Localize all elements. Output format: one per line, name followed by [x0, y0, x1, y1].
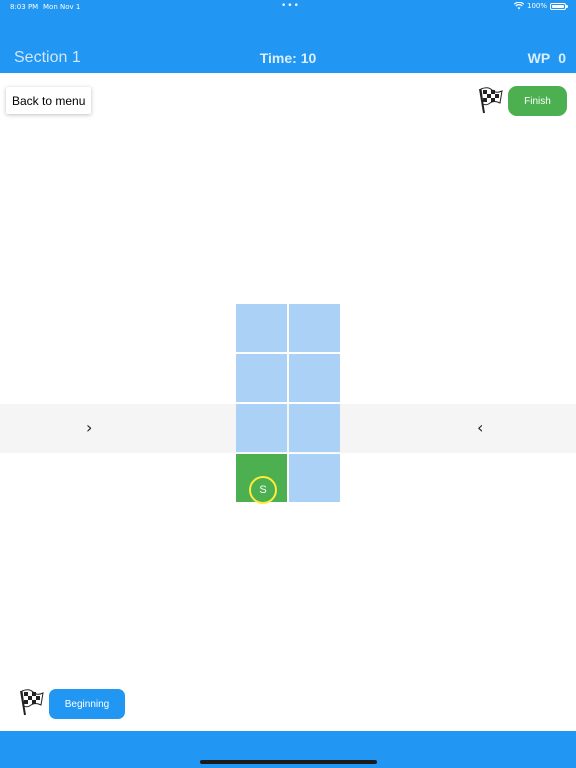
- checkered-flag-icon: [20, 689, 44, 716]
- board-cell[interactable]: [289, 354, 340, 402]
- board-cell[interactable]: [289, 454, 340, 502]
- status-bar: 8:03 PM Mon Nov 1 ••• 100%: [0, 0, 576, 20]
- wifi-icon: [513, 2, 524, 10]
- wp-value: 0: [558, 50, 566, 66]
- board-cell[interactable]: [289, 404, 340, 452]
- chevron-left-icon[interactable]: ‹: [477, 419, 483, 437]
- finish-button[interactable]: Finish: [508, 86, 567, 116]
- board-cell[interactable]: [236, 404, 287, 452]
- wp-label: WP: [527, 50, 551, 66]
- board-cell[interactable]: [289, 304, 340, 352]
- app-bar: Section 1 Time: 10 WP 0: [0, 20, 576, 73]
- chevron-right-icon[interactable]: ›: [86, 419, 92, 437]
- status-date: Mon Nov 1: [43, 3, 81, 11]
- wp-counter: WP 0: [528, 50, 566, 66]
- multitasking-dots[interactable]: •••: [281, 1, 300, 11]
- back-to-menu-button[interactable]: Back to menu: [6, 87, 92, 114]
- beginning-button[interactable]: Beginning: [49, 689, 125, 719]
- board-grid: S: [236, 304, 340, 504]
- home-indicator[interactable]: [200, 760, 377, 764]
- checkered-flag-icon: [479, 87, 503, 114]
- battery-percent: 100%: [526, 2, 547, 10]
- status-right: 100%: [513, 2, 568, 10]
- time-label: Time: 10: [259, 50, 317, 66]
- battery-icon: [550, 2, 568, 10]
- board-cell[interactable]: [236, 354, 287, 402]
- start-marker[interactable]: S: [249, 476, 277, 504]
- board-cell[interactable]: [236, 304, 287, 352]
- status-time: 8:03 PM: [10, 3, 39, 11]
